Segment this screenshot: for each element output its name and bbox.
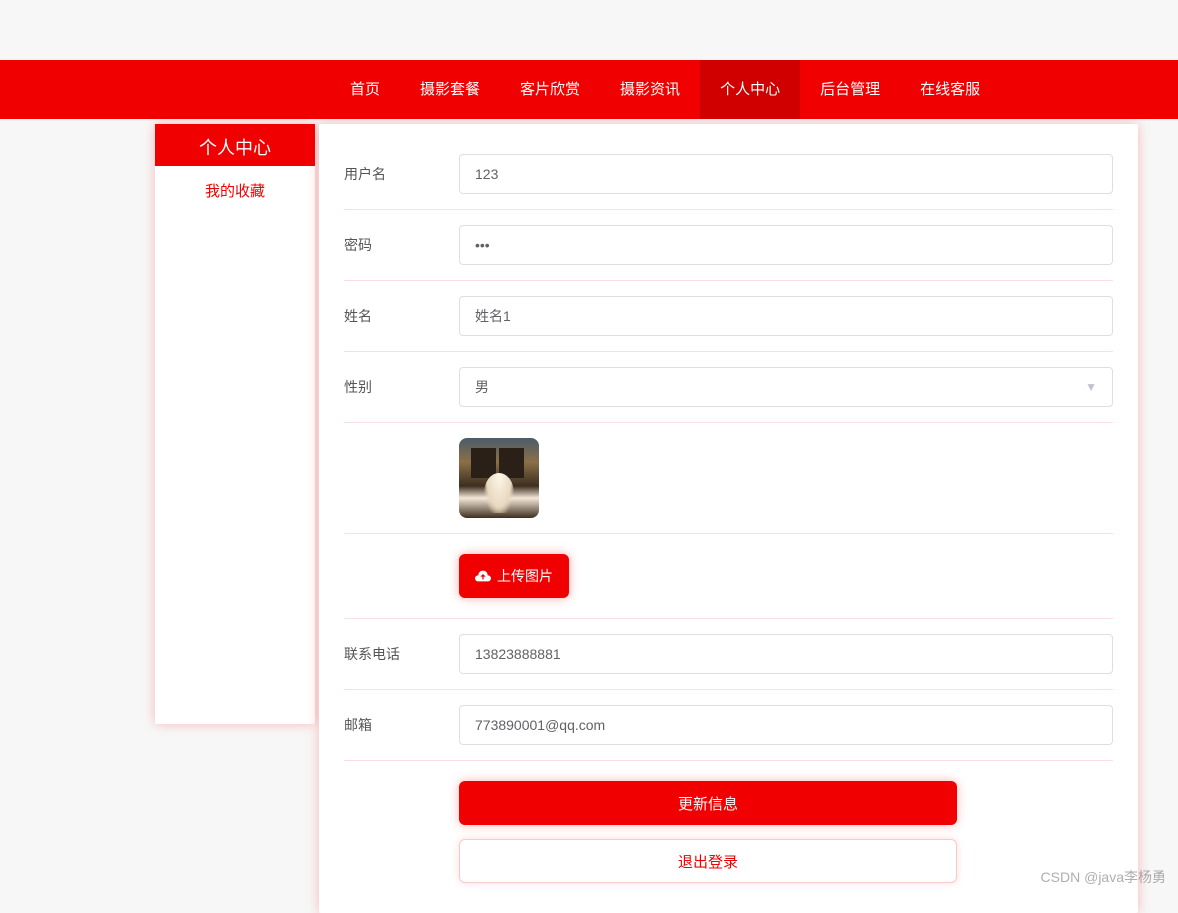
upload-button[interactable]: 上传图片 (459, 554, 569, 598)
form-panel: 用户名 密码 姓名 性别 男 ▼ 上传图片 (319, 124, 1138, 913)
row-avatar (344, 423, 1113, 534)
main-nav: 首页 摄影套餐 客片欣赏 摄影资讯 个人中心 后台管理 在线客服 (0, 60, 1178, 119)
select-gender[interactable]: 男 ▼ (459, 367, 1113, 407)
nav-personal-center[interactable]: 个人中心 (700, 60, 800, 119)
row-upload: 上传图片 (344, 534, 1113, 619)
sidebar: 个人中心 我的收藏 (155, 124, 315, 724)
nav-news[interactable]: 摄影资讯 (600, 60, 700, 119)
input-email[interactable] (459, 705, 1113, 745)
upload-button-label: 上传图片 (497, 566, 553, 586)
nav-support[interactable]: 在线客服 (900, 60, 1000, 119)
row-username: 用户名 (344, 144, 1113, 210)
action-buttons: 更新信息 退出登录 (344, 761, 1113, 883)
chevron-down-icon: ▼ (1085, 380, 1097, 394)
label-username: 用户名 (344, 164, 459, 184)
nav-home[interactable]: 首页 (330, 60, 400, 119)
input-phone[interactable] (459, 634, 1113, 674)
label-gender: 性别 (344, 377, 459, 397)
nav-admin[interactable]: 后台管理 (800, 60, 900, 119)
row-password: 密码 (344, 210, 1113, 281)
logout-button[interactable]: 退出登录 (459, 839, 957, 883)
watermark: CSDN @java李杨勇 (1041, 867, 1166, 887)
avatar-preview[interactable] (459, 438, 539, 518)
select-gender-value: 男 (475, 377, 489, 397)
input-password[interactable] (459, 225, 1113, 265)
row-email: 邮箱 (344, 690, 1113, 761)
cloud-upload-icon (475, 570, 491, 582)
row-gender: 性别 男 ▼ (344, 352, 1113, 423)
label-name: 姓名 (344, 306, 459, 326)
input-name[interactable] (459, 296, 1113, 336)
row-name: 姓名 (344, 281, 1113, 352)
nav-packages[interactable]: 摄影套餐 (400, 60, 500, 119)
row-phone: 联系电话 (344, 619, 1113, 690)
update-button[interactable]: 更新信息 (459, 781, 957, 825)
label-password: 密码 (344, 235, 459, 255)
label-email: 邮箱 (344, 715, 459, 735)
sidebar-title: 个人中心 (155, 124, 315, 166)
top-spacer (0, 0, 1178, 60)
content-area: 个人中心 我的收藏 用户名 密码 姓名 性别 男 ▼ (0, 119, 1178, 913)
label-phone: 联系电话 (344, 644, 459, 664)
sidebar-item-favorites[interactable]: 我的收藏 (155, 166, 315, 215)
input-username[interactable] (459, 154, 1113, 194)
nav-gallery[interactable]: 客片欣赏 (500, 60, 600, 119)
